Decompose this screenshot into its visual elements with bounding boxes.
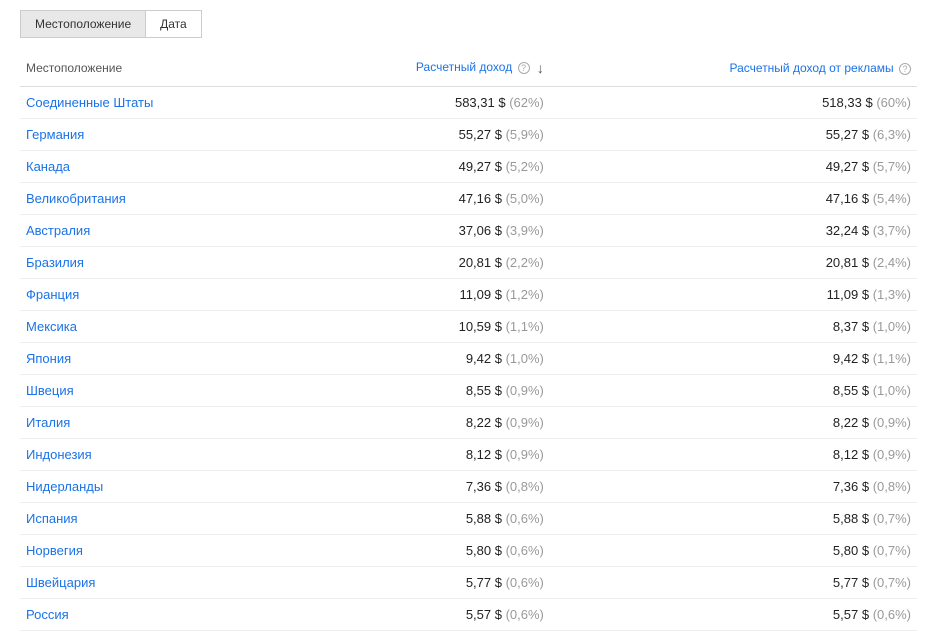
table-row: Австралия37,06 $ (3,9%)32,24 $ (3,7%)	[20, 215, 917, 247]
est-ad-revenue-cell: 5,80 $ (0,7%)	[550, 535, 917, 567]
table-row: Индонезия8,12 $ (0,9%)8,12 $ (0,9%)	[20, 439, 917, 471]
est-ad-revenue-cell: 9,42 $ (1,1%)	[550, 343, 917, 375]
table-row: Франция11,09 $ (1,2%)11,09 $ (1,3%)	[20, 279, 917, 311]
est-ad-revenue-cell: 32,24 $ (3,7%)	[550, 215, 917, 247]
est-revenue-cell: 10,59 $ (1,1%)	[284, 311, 550, 343]
est-ad-revenue-cell: 8,37 $ (1,0%)	[550, 311, 917, 343]
est-revenue-cell: 5,57 $ (0,6%)	[284, 599, 550, 631]
col-header-location-label: Местоположение	[26, 61, 122, 75]
location-link[interactable]: Италия	[20, 407, 284, 439]
est-ad-revenue-cell: 8,22 $ (0,9%)	[550, 407, 917, 439]
est-ad-revenue-cell: 5,77 $ (0,7%)	[550, 567, 917, 599]
col-header-est-ad-revenue-label: Расчетный доход от рекламы	[730, 61, 894, 75]
tab-date[interactable]: Дата	[146, 10, 202, 38]
location-link[interactable]: Бразилия	[20, 247, 284, 279]
est-ad-revenue-cell: 518,33 $ (60%)	[550, 87, 917, 119]
location-link[interactable]: Соединенные Штаты	[20, 87, 284, 119]
est-ad-revenue-cell: 7,36 $ (0,8%)	[550, 471, 917, 503]
est-revenue-cell: 11,09 $ (1,2%)	[284, 279, 550, 311]
location-link[interactable]: Нидерланды	[20, 471, 284, 503]
table-row: Нидерланды7,36 $ (0,8%)7,36 $ (0,8%)	[20, 471, 917, 503]
est-ad-revenue-cell: 11,09 $ (1,3%)	[550, 279, 917, 311]
est-revenue-cell: 7,36 $ (0,8%)	[284, 471, 550, 503]
table-row: Мексика10,59 $ (1,1%)8,37 $ (1,0%)	[20, 311, 917, 343]
est-revenue-cell: 47,16 $ (5,0%)	[284, 183, 550, 215]
est-revenue-cell: 8,55 $ (0,9%)	[284, 375, 550, 407]
est-revenue-cell: 37,06 $ (3,9%)	[284, 215, 550, 247]
location-link[interactable]: Индонезия	[20, 439, 284, 471]
col-header-est-revenue-label: Расчетный доход	[416, 60, 512, 74]
location-link[interactable]: Мексика	[20, 311, 284, 343]
table-row: Швейцария5,77 $ (0,6%)5,77 $ (0,7%)	[20, 567, 917, 599]
est-revenue-cell: 5,77 $ (0,6%)	[284, 567, 550, 599]
table-row: Великобритания47,16 $ (5,0%)47,16 $ (5,4…	[20, 183, 917, 215]
table-row: Япония9,42 $ (1,0%)9,42 $ (1,1%)	[20, 343, 917, 375]
location-link[interactable]: Франция	[20, 279, 284, 311]
est-ad-revenue-cell: 55,27 $ (6,3%)	[550, 119, 917, 151]
est-revenue-cell: 5,88 $ (0,6%)	[284, 503, 550, 535]
est-ad-revenue-cell: 5,88 $ (0,7%)	[550, 503, 917, 535]
est-revenue-cell: 583,31 $ (62%)	[284, 87, 550, 119]
est-revenue-cell: 9,42 $ (1,0%)	[284, 343, 550, 375]
location-link[interactable]: Норвегия	[20, 535, 284, 567]
est-ad-revenue-cell: 49,27 $ (5,7%)	[550, 151, 917, 183]
location-link[interactable]: Япония	[20, 343, 284, 375]
col-header-est-ad-revenue[interactable]: Расчетный доход от рекламы ?	[550, 50, 917, 87]
sort-desc-icon: ↓	[537, 60, 544, 76]
location-link[interactable]: Россия	[20, 599, 284, 631]
est-ad-revenue-cell: 5,57 $ (0,6%)	[550, 599, 917, 631]
location-link[interactable]: Германия	[20, 119, 284, 151]
table-row: Бразилия20,81 $ (2,2%)20,81 $ (2,4%)	[20, 247, 917, 279]
est-revenue-cell: 8,22 $ (0,9%)	[284, 407, 550, 439]
table-row: Россия5,57 $ (0,6%)5,57 $ (0,6%)	[20, 599, 917, 631]
help-icon[interactable]: ?	[899, 63, 911, 75]
table-row: Германия55,27 $ (5,9%)55,27 $ (6,3%)	[20, 119, 917, 151]
est-ad-revenue-cell: 8,12 $ (0,9%)	[550, 439, 917, 471]
location-link[interactable]: Швейцария	[20, 567, 284, 599]
est-revenue-cell: 20,81 $ (2,2%)	[284, 247, 550, 279]
table-row: Соединенные Штаты583,31 $ (62%)518,33 $ …	[20, 87, 917, 119]
location-link[interactable]: Австралия	[20, 215, 284, 247]
est-revenue-cell: 8,12 $ (0,9%)	[284, 439, 550, 471]
est-revenue-cell: 5,80 $ (0,6%)	[284, 535, 550, 567]
help-icon[interactable]: ?	[518, 62, 530, 74]
table-row: Швеция8,55 $ (0,9%)8,55 $ (1,0%)	[20, 375, 917, 407]
table-row: Испания5,88 $ (0,6%)5,88 $ (0,7%)	[20, 503, 917, 535]
est-ad-revenue-cell: 20,81 $ (2,4%)	[550, 247, 917, 279]
table-row: Норвегия5,80 $ (0,6%)5,80 $ (0,7%)	[20, 535, 917, 567]
est-ad-revenue-cell: 47,16 $ (5,4%)	[550, 183, 917, 215]
col-header-location[interactable]: Местоположение	[20, 50, 284, 87]
col-header-est-revenue[interactable]: Расчетный доход ? ↓	[284, 50, 550, 87]
est-revenue-cell: 55,27 $ (5,9%)	[284, 119, 550, 151]
tab-location[interactable]: Местоположение	[20, 10, 146, 38]
table-row: Канада49,27 $ (5,2%)49,27 $ (5,7%)	[20, 151, 917, 183]
dimension-tabs: Местоположение Дата	[20, 10, 917, 38]
table-row: Италия8,22 $ (0,9%)8,22 $ (0,9%)	[20, 407, 917, 439]
location-link[interactable]: Канада	[20, 151, 284, 183]
est-revenue-cell: 49,27 $ (5,2%)	[284, 151, 550, 183]
location-link[interactable]: Великобритания	[20, 183, 284, 215]
est-ad-revenue-cell: 8,55 $ (1,0%)	[550, 375, 917, 407]
location-link[interactable]: Швеция	[20, 375, 284, 407]
revenue-table: Местоположение Расчетный доход ? ↓ Расче…	[20, 50, 917, 631]
location-link[interactable]: Испания	[20, 503, 284, 535]
